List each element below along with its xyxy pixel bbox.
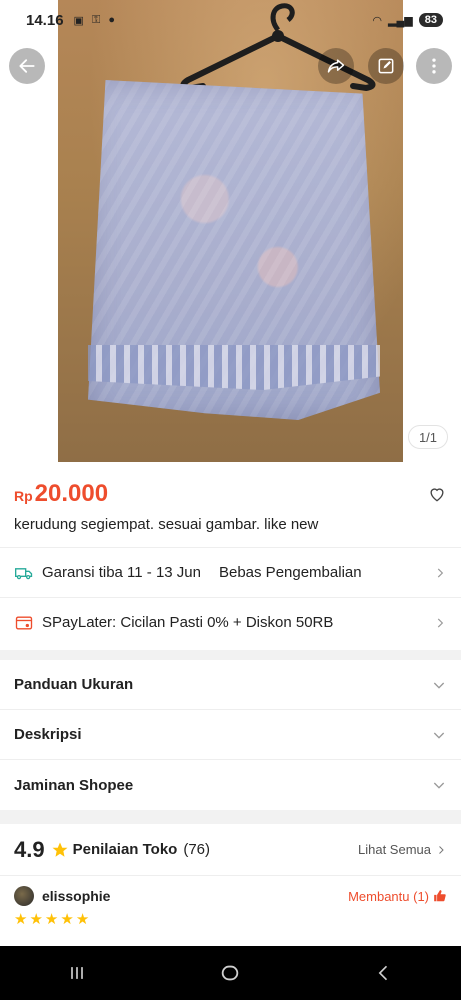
paylater-text: SPayLater: Cicilan Pasti 0% + Diskon 50R… <box>42 614 334 631</box>
star-icon: ★ <box>44 911 59 928</box>
key-icon: ⚿ <box>91 13 101 26</box>
see-all-link[interactable]: Lihat Semua <box>358 842 447 857</box>
product-title: kerudung segiempat. sesuai gambar. like … <box>14 516 319 533</box>
star-icon: ★ <box>29 911 43 928</box>
chevron-right-icon <box>439 845 444 854</box>
rating-count: (76) <box>183 841 211 858</box>
product-price: Rp 20.000 <box>14 480 108 508</box>
wifi-icon: ◠ <box>372 14 383 27</box>
star-icon: ★ <box>60 911 74 928</box>
helpful-label: Membantu (1) <box>348 888 429 904</box>
more-options-button[interactable] <box>416 48 452 84</box>
chevron-right-icon <box>437 568 444 577</box>
shop-rating-header: 4.9 Penilaian Toko (76) Lihat Semua <box>0 824 461 876</box>
section-description[interactable]: Deskripsi <box>0 710 461 760</box>
screenshot-icon: ▣ <box>73 14 84 27</box>
edit-icon <box>378 58 394 74</box>
avatar <box>14 886 34 906</box>
section-shopee-guarantee[interactable]: Jaminan Shopee <box>0 760 461 810</box>
signal-icon: ▂▄▆ <box>388 14 413 27</box>
home-button[interactable] <box>210 953 250 993</box>
battery-indicator: 83 <box>418 13 443 27</box>
shipping-guarantee: Garansi tiba 11 - 13 Jun <box>42 564 201 581</box>
helpful-button[interactable]: Membantu (1) <box>348 889 447 904</box>
home-icon <box>222 965 239 981</box>
paylater-row[interactable]: SPayLater: Cicilan Pasti 0% + Diskon 50R… <box>0 597 461 647</box>
chevron-right-icon <box>437 618 444 627</box>
review-stars: ★ ★ ★ ★ ★ <box>14 912 447 927</box>
chevron-down-icon <box>433 732 445 739</box>
see-all-label: Lihat Semua <box>358 842 431 857</box>
rating-label: Penilaian Toko <box>72 841 178 858</box>
chevron-down-icon <box>433 682 445 689</box>
free-returns: Bebas Pengembalian <box>218 564 362 581</box>
price-amount: 20.000 <box>34 480 109 507</box>
price-currency: Rp <box>14 488 33 504</box>
more-vertical-icon <box>432 58 436 74</box>
product-detail-screen: 14.16 ▣ ⚿ ● ◠ ▂▄▆ 83 1/1 Rp 20.000 kerud… <box>0 0 461 1000</box>
system-nav-bar <box>0 946 461 1000</box>
back-button[interactable] <box>9 48 45 84</box>
back-arrow-icon <box>19 59 35 73</box>
system-back-button[interactable] <box>364 953 404 993</box>
chevron-down-icon <box>433 782 445 789</box>
section-size-guide[interactable]: Panduan Ukuran <box>0 660 461 710</box>
product-gallery[interactable]: 14.16 ▣ ⚿ ● ◠ ▂▄▆ 83 1/1 <box>0 0 461 462</box>
section-label: Panduan Ukuran <box>14 676 134 693</box>
back-chevron-icon <box>378 965 388 981</box>
edit-button[interactable] <box>368 48 404 84</box>
product-info-card: Rp 20.000 kerudung segiempat. sesuai gam… <box>0 462 461 650</box>
paylater-icon <box>14 613 34 633</box>
share-icon <box>327 59 345 73</box>
star-icon: ★ <box>75 911 90 928</box>
status-bar: 14.16 ▣ ⚿ ● ◠ ▂▄▆ 83 <box>0 0 461 40</box>
review-item: elissophie Membantu (1) ★ ★ ★ ★ ★ <box>14 886 447 927</box>
info-sections: Panduan Ukuran Deskripsi Jaminan Shopee <box>0 660 461 810</box>
star-icon <box>52 842 68 857</box>
star-icon: ★ <box>14 911 28 928</box>
rating-score: 4.9 <box>14 836 45 862</box>
reviewer-username: elissophie <box>42 888 111 904</box>
image-counter: 1/1 <box>408 425 448 449</box>
section-label: Jaminan Shopee <box>14 776 134 794</box>
share-button[interactable] <box>318 48 354 84</box>
shipping-row[interactable]: Garansi tiba 11 - 13 Jun Bebas Pengembal… <box>0 547 461 597</box>
recent-apps-button[interactable] <box>57 953 97 993</box>
recent-apps-icon <box>70 967 83 979</box>
truck-icon <box>14 563 34 583</box>
heart-icon[interactable] <box>427 484 447 504</box>
thumbs-up-icon <box>434 890 446 902</box>
section-label: Deskripsi <box>14 726 82 743</box>
app-notification-icon: ● <box>108 14 115 26</box>
status-time: 14.16 <box>26 11 64 29</box>
shop-reviews: 4.9 Penilaian Toko (76) Lihat Semua elis… <box>0 824 461 946</box>
